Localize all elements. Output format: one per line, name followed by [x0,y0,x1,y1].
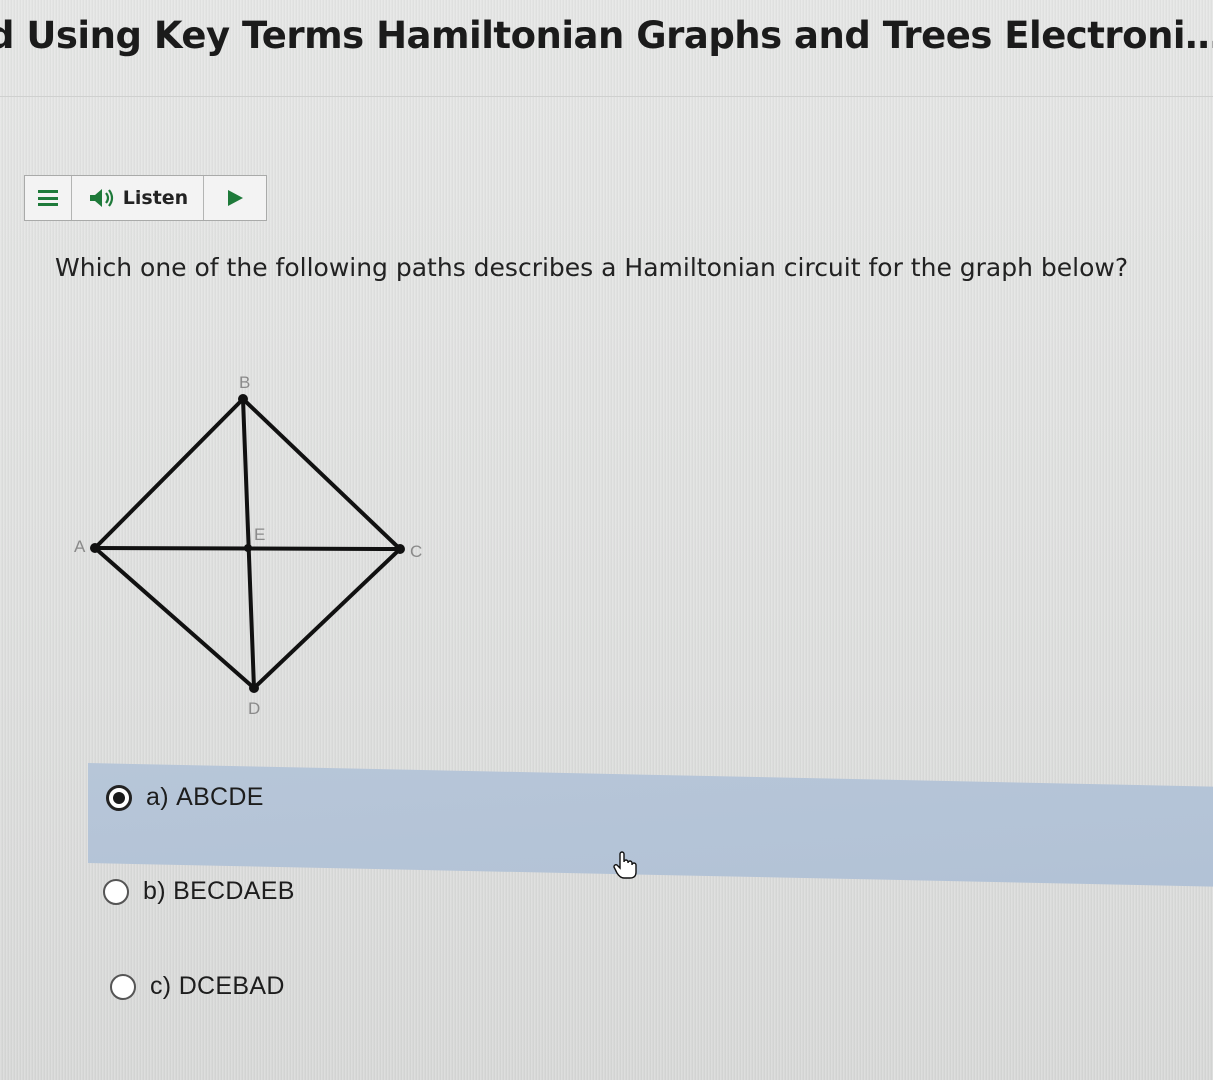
graph-edge-b-d [241,397,256,690]
answer-option-c[interactable]: c) DCEBAD [110,972,285,1001]
graph-vertex-a [90,543,100,553]
radio-button[interactable] [103,878,129,905]
title-divider [0,96,1213,97]
answer-option-b-label: b) BECDAEB [143,877,295,905]
radio-dot [113,791,125,804]
graph-edge-d-a [93,546,256,690]
listen-label: Listen [122,187,189,209]
speaker-icon [89,189,113,207]
page-title: d Using Key Terms Hamiltonian Graphs and… [0,14,1213,57]
graph-label-a: A [74,537,86,556]
listen-button[interactable]: Listen [72,176,204,220]
answer-option-a-label: a) ABCDE [146,783,264,811]
graph-figure: B A E C D [74,373,422,718]
question-prompt: Which one of the following paths describ… [55,253,1129,282]
play-button[interactable] [204,176,266,220]
radio-button-selected[interactable] [106,784,132,811]
read-aloud-menu-button[interactable] [25,176,72,220]
graph-vertex-e [244,544,252,552]
graph-vertex-d [249,683,259,693]
graph-label-b: B [239,373,250,392]
graph-label-e: E [254,525,265,544]
answer-option-b[interactable]: b) BECDAEB [103,877,295,906]
play-icon [228,190,243,206]
menu-icon [38,190,58,206]
read-aloud-toolbar: Listen [24,175,267,221]
selected-option-highlight [88,763,1213,887]
answer-option-a[interactable]: a) ABCDE [106,783,264,812]
graph-vertex-c [395,544,405,554]
assessment-page: d Using Key Terms Hamiltonian Graphs and… [0,0,1213,1080]
answer-option-c-label: c) DCEBAD [150,972,285,1000]
graph-label-d: D [248,699,260,718]
graph-edge-c-d [252,547,402,690]
graph-label-c: C [410,542,422,561]
graph-edge-a-b [93,397,245,550]
graph-vertex-b [238,394,248,404]
graph-edge-b-c [241,397,402,551]
radio-button[interactable] [110,973,136,1000]
hand-cursor-icon [613,851,637,879]
